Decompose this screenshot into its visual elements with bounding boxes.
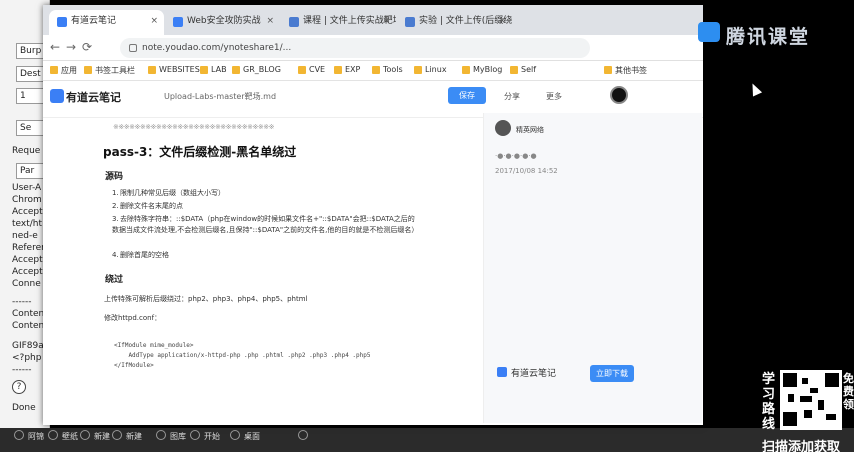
back-icon[interactable]: ← <box>50 40 60 54</box>
bookmark-item[interactable]: Self <box>510 65 536 74</box>
url-text: note.youdao.com/ynoteshare1/... <box>142 43 292 53</box>
taskbar-item[interactable]: 开始 <box>204 431 220 443</box>
taskbar-app-icon[interactable] <box>112 430 122 440</box>
youdao-icon <box>497 367 507 377</box>
folder-icon <box>298 66 306 74</box>
taskbar-app-icon[interactable] <box>48 430 58 440</box>
tab-bar: 有道云笔记 × Web安全攻防实战 × 课程 | 文件上传实战靶场 × 实验 |… <box>43 5 703 35</box>
author-name: 精英网络 <box>516 126 544 134</box>
save-button[interactable]: 保存 <box>448 87 486 104</box>
folder-icon <box>462 66 470 74</box>
bookmark-item[interactable]: 其他书签 <box>604 65 647 76</box>
bookmark-item[interactable]: 书签工具栏 <box>84 65 135 76</box>
site-icon <box>405 17 415 27</box>
promo-vertical: 学习路线 <box>762 372 776 432</box>
watermark: 腾讯课堂 <box>726 26 811 48</box>
section-heading: 源码 <box>105 172 124 182</box>
bookmark-item[interactable]: Tools <box>372 65 403 74</box>
folder-icon <box>372 66 380 74</box>
avatar[interactable] <box>610 86 628 104</box>
folder-icon <box>510 66 518 74</box>
close-icon[interactable]: × <box>382 10 390 33</box>
folder-icon <box>200 66 208 74</box>
folder-icon <box>334 66 342 74</box>
code-line: </IfModule> <box>114 362 154 369</box>
folder-icon <box>84 66 92 74</box>
code-block: <IfModule mime_module> AddType applicati… <box>114 341 444 371</box>
code-line: AddType application/x-httpd-php .php .ph… <box>114 352 371 359</box>
taskbar-app-icon[interactable] <box>230 430 240 440</box>
bookmark-item[interactable]: MyBlog <box>462 65 502 74</box>
list-item: 1.限制几种常见后缀（数组大小写） <box>112 189 225 197</box>
more-button[interactable]: 更多 <box>546 91 562 102</box>
site-icon <box>173 17 183 27</box>
url-input[interactable]: note.youdao.com/ynoteshare1/... <box>120 38 590 58</box>
forward-icon[interactable]: → <box>66 40 76 54</box>
site-icon <box>289 17 299 27</box>
taskbar-item[interactable]: 壁纸 <box>62 431 78 443</box>
bookmark-item[interactable]: CVE <box>298 65 325 74</box>
paragraph: 上传特殊可解析后缀绕过：php2、php3、php4、php5、phtml <box>104 295 308 303</box>
folder-icon <box>414 66 422 74</box>
paragraph: 修改httpd.conf： <box>104 314 162 322</box>
taskbar-item[interactable]: 阿锦 <box>28 431 44 443</box>
author-avatar <box>495 120 511 136</box>
close-icon[interactable]: × <box>150 10 158 33</box>
close-icon[interactable]: × <box>266 10 274 33</box>
folder-icon <box>148 66 156 74</box>
youdao-icon <box>57 17 67 27</box>
power-icon[interactable] <box>298 430 308 440</box>
tab-web[interactable]: Web安全攻防实战 × <box>165 10 280 35</box>
mouse-cursor-icon <box>747 81 763 97</box>
list-item: 2.删除文件名末尾的点 <box>112 202 183 210</box>
apps-icon <box>50 66 58 74</box>
taskbar-app-icon[interactable] <box>80 430 90 440</box>
taskbar-app-icon[interactable] <box>156 430 166 440</box>
taskbar-item[interactable]: 新建 <box>94 431 110 443</box>
page-title: pass-3：文件后缀检测-黑名单绕过 <box>103 145 297 159</box>
tab-youdao[interactable]: 有道云笔记 × <box>49 10 164 35</box>
youdao-logo-icon <box>50 89 64 103</box>
taskbar-item[interactable]: 新建 <box>126 431 142 443</box>
taskbar-app-icon[interactable] <box>190 430 200 440</box>
qr-code <box>780 370 842 430</box>
tab-label: 有道云笔记 <box>71 16 117 26</box>
tab-label: Web安全攻防实战 <box>187 16 261 26</box>
bookmark-item[interactable]: LAB <box>200 65 227 74</box>
close-icon[interactable]: × <box>498 10 506 33</box>
help-icon[interactable]: ? <box>12 380 26 394</box>
youdao-logo[interactable]: 有道云笔记 <box>66 89 121 105</box>
taskbar-item[interactable]: 桌面 <box>244 431 260 443</box>
sidebar-meta: ·●·●·●·●·● <box>495 152 537 160</box>
sidebar-date: 2017/10/08 14:52 <box>495 167 558 175</box>
promo-bottom: 扫描添加获取 <box>762 440 841 452</box>
status-done: Done <box>12 403 36 413</box>
desktop: Burp Dest 1 Se Reque Par User-A Chrom Ac… <box>0 0 854 452</box>
lock-icon <box>129 44 137 52</box>
bookmark-item[interactable]: EXP <box>334 65 360 74</box>
download-button[interactable]: 立即下载 <box>590 365 634 382</box>
tab-course[interactable]: 课程 | 文件上传实战靶场 × <box>281 10 396 35</box>
note-path: Upload-Labs-master靶场.md <box>164 92 277 101</box>
promo-side: 免费领 <box>843 372 854 411</box>
folder-icon <box>604 66 612 74</box>
code-line: <IfModule mime_module> <box>114 342 194 349</box>
list-item: 3.去除特殊字符串：::$DATA（php在window的时候如果文件名+"::… <box>112 215 419 234</box>
taskbar-item[interactable]: 图库 <box>170 431 186 443</box>
taskbar-app-icon[interactable] <box>14 430 24 440</box>
reload-icon[interactable]: ⟳ <box>82 40 92 54</box>
bookmark-item[interactable]: WEBSITES <box>148 65 200 74</box>
share-button[interactable]: 分享 <box>504 91 520 102</box>
bookmark-item[interactable]: 应用 <box>50 65 77 76</box>
bookmark-item[interactable]: Linux <box>414 65 447 74</box>
section-heading: 绕过 <box>105 275 124 285</box>
tencent-classroom-icon <box>698 22 720 42</box>
tab-lab[interactable]: 实验 | 文件上传(后缀绕过) × <box>397 10 512 35</box>
breadcrumb: ※※※※※※※※※※※※※※※※※※※※※※※※※※※※※※ <box>113 123 274 131</box>
folder-icon <box>232 66 240 74</box>
float-logo[interactable]: 有道云笔记 <box>497 366 556 379</box>
bookmark-item[interactable]: GR_BLOG <box>232 65 281 74</box>
list-item: 4.删除首尾的空格 <box>112 251 169 259</box>
